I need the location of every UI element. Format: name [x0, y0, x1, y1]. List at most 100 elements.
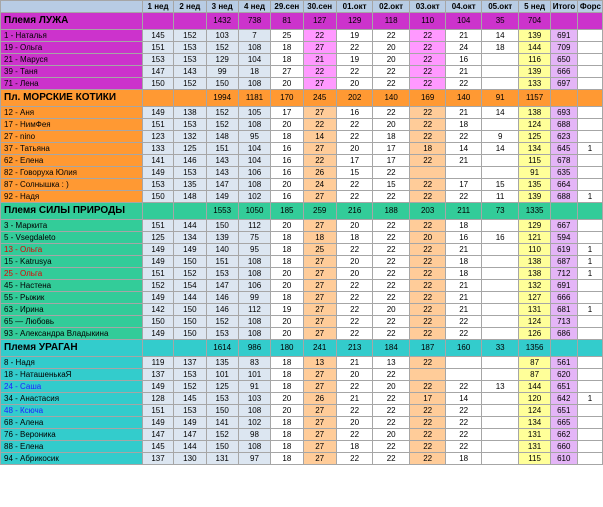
score-cell[interactable]: 149: [141, 291, 175, 304]
score-cell[interactable]: 152: [205, 41, 239, 54]
score-cell[interactable]: 22: [372, 368, 410, 381]
score-cell[interactable]: 20: [270, 267, 304, 280]
score-cell[interactable]: 22: [408, 65, 447, 78]
score-cell[interactable]: 87: [518, 356, 551, 369]
score-cell[interactable]: 149: [173, 243, 207, 256]
score-cell[interactable]: 22: [372, 315, 410, 328]
score-cell[interactable]: 142: [141, 303, 175, 316]
score-cell[interactable]: 108: [237, 178, 272, 191]
score-cell[interactable]: 104: [237, 53, 272, 66]
score-cell[interactable]: 132: [173, 130, 207, 143]
score-cell[interactable]: 108: [237, 315, 272, 328]
score-cell[interactable]: 149: [141, 416, 175, 429]
score-cell[interactable]: 27: [302, 315, 337, 328]
score-cell[interactable]: [480, 428, 520, 441]
score-cell[interactable]: 21: [445, 29, 482, 42]
group-summary-cell[interactable]: 245: [302, 89, 337, 107]
member-name[interactable]: 71 - Лена: [0, 77, 143, 90]
score-cell[interactable]: 20: [408, 231, 447, 244]
score-cell[interactable]: 108: [237, 255, 272, 268]
score-cell[interactable]: 9: [480, 130, 520, 143]
score-cell[interactable]: 27: [302, 416, 337, 429]
score-cell[interactable]: 7: [237, 29, 272, 42]
score-cell[interactable]: 139: [205, 231, 239, 244]
score-cell[interactable]: [576, 178, 603, 191]
score-cell[interactable]: 149: [141, 106, 175, 119]
score-cell[interactable]: 135: [518, 178, 551, 191]
score-cell[interactable]: 686: [549, 327, 578, 340]
column-header[interactable]: 2 нед: [173, 0, 207, 13]
score-cell[interactable]: [480, 77, 520, 90]
score-cell[interactable]: 150: [173, 255, 207, 268]
score-cell[interactable]: 15: [480, 178, 520, 191]
group-summary-cell[interactable]: 211: [445, 202, 482, 220]
score-cell[interactable]: 22: [335, 303, 374, 316]
member-name[interactable]: 63 - Ирина: [0, 303, 143, 316]
score-cell[interactable]: 22: [408, 279, 447, 292]
score-cell[interactable]: 112: [237, 303, 272, 316]
score-cell[interactable]: 150: [205, 440, 239, 453]
score-cell[interactable]: 133: [141, 142, 175, 155]
score-cell[interactable]: [480, 327, 520, 340]
score-cell[interactable]: 14: [480, 142, 520, 155]
score-cell[interactable]: 125: [173, 142, 207, 155]
member-name[interactable]: 88 - Елена: [0, 440, 143, 453]
score-cell[interactable]: [576, 440, 603, 453]
score-cell[interactable]: 17: [372, 154, 410, 167]
score-cell[interactable]: 22: [408, 428, 447, 441]
score-cell[interactable]: 121: [518, 231, 551, 244]
score-cell[interactable]: 21: [445, 65, 482, 78]
score-cell[interactable]: 22: [335, 65, 374, 78]
group-summary-cell[interactable]: [549, 12, 578, 30]
member-name[interactable]: 39 - Таня: [0, 65, 143, 78]
score-cell[interactable]: 22: [335, 327, 374, 340]
score-cell[interactable]: 27: [302, 41, 337, 54]
score-cell[interactable]: 153: [173, 368, 207, 381]
score-cell[interactable]: 108: [237, 118, 272, 131]
score-cell[interactable]: [480, 291, 520, 304]
score-cell[interactable]: 22: [372, 106, 410, 119]
group-summary-cell[interactable]: 259: [302, 202, 337, 220]
group-summary-cell[interactable]: 1356: [518, 339, 551, 357]
group-summary-cell[interactable]: 1181: [237, 89, 272, 107]
score-cell[interactable]: 666: [549, 65, 578, 78]
score-cell[interactable]: 128: [141, 392, 175, 405]
member-name[interactable]: 45 - Настена: [0, 279, 143, 292]
score-cell[interactable]: [480, 315, 520, 328]
group-summary-cell[interactable]: 1994: [205, 89, 239, 107]
member-name[interactable]: 13 - Ольга: [0, 243, 143, 256]
score-cell[interactable]: 22: [372, 404, 410, 417]
column-header[interactable]: 04.окт: [445, 0, 482, 13]
score-cell[interactable]: 645: [549, 142, 578, 155]
score-cell[interactable]: 21: [445, 106, 482, 119]
score-cell[interactable]: 22: [408, 219, 447, 232]
score-cell[interactable]: 153: [173, 404, 207, 417]
group-summary-cell[interactable]: 180: [270, 339, 304, 357]
score-cell[interactable]: 22: [335, 428, 374, 441]
score-cell[interactable]: 18: [270, 416, 304, 429]
score-cell[interactable]: 150: [141, 315, 175, 328]
score-cell[interactable]: 143: [205, 154, 239, 167]
score-cell[interactable]: 22: [408, 416, 447, 429]
score-cell[interactable]: 22: [335, 118, 374, 131]
score-cell[interactable]: 143: [205, 166, 239, 179]
score-cell[interactable]: 22: [335, 380, 374, 393]
group-summary-cell[interactable]: 73: [480, 202, 520, 220]
score-cell[interactable]: 22: [335, 452, 374, 465]
score-cell[interactable]: 22: [445, 380, 482, 393]
score-cell[interactable]: 153: [205, 327, 239, 340]
score-cell[interactable]: 151: [205, 142, 239, 155]
score-cell[interactable]: [576, 428, 603, 441]
score-cell[interactable]: 20: [270, 118, 304, 131]
group-summary-cell[interactable]: [173, 12, 207, 30]
score-cell[interactable]: 27: [302, 267, 337, 280]
score-cell[interactable]: 152: [205, 428, 239, 441]
score-cell[interactable]: 129: [205, 53, 239, 66]
score-cell[interactable]: 13: [302, 356, 337, 369]
score-cell[interactable]: 667: [549, 219, 578, 232]
group-summary-cell[interactable]: 202: [335, 89, 374, 107]
score-cell[interactable]: 17: [372, 142, 410, 155]
score-cell[interactable]: 22: [408, 53, 447, 66]
score-cell[interactable]: 18: [270, 291, 304, 304]
score-cell[interactable]: 143: [173, 65, 207, 78]
